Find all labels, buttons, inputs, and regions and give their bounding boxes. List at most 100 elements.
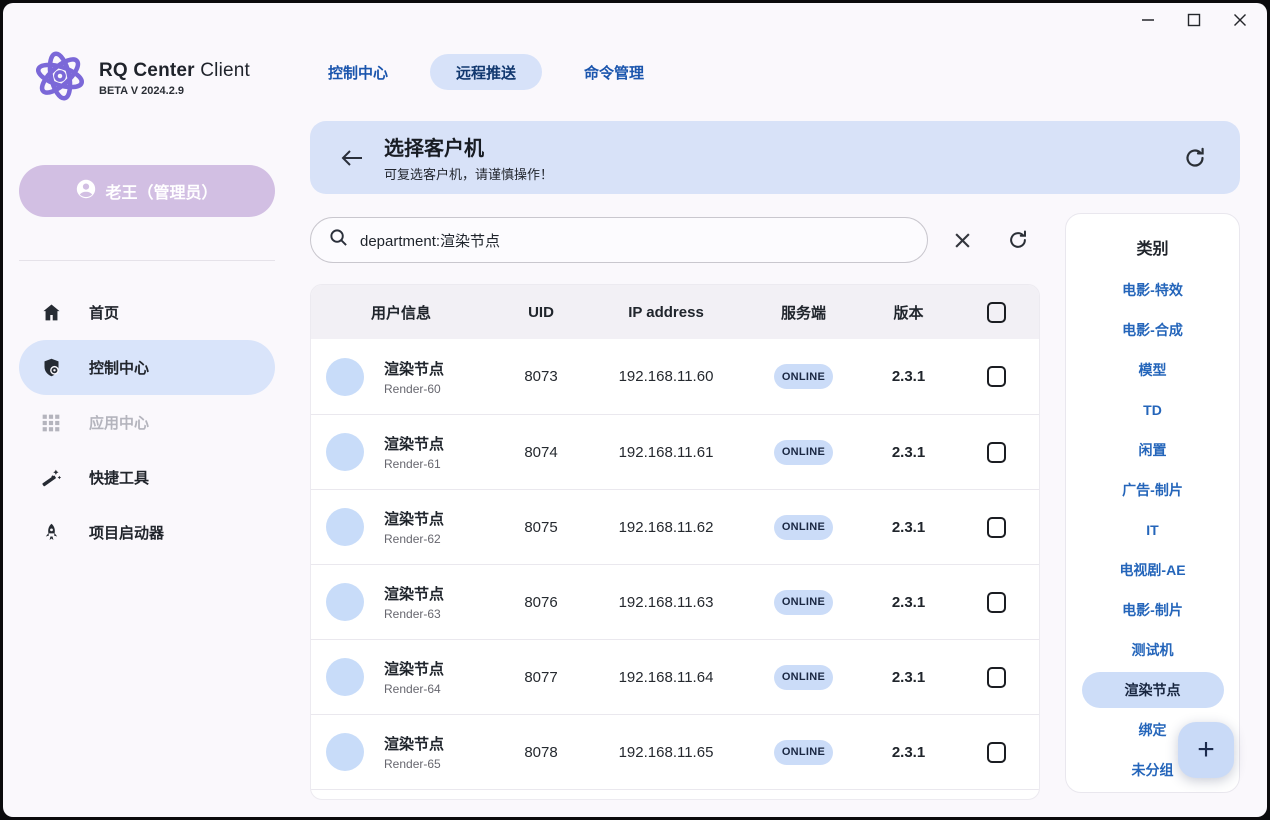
row-checkbox[interactable] bbox=[987, 742, 1006, 763]
client-uid: 8074 bbox=[491, 444, 591, 461]
category-item[interactable]: 电影-制片 bbox=[1066, 590, 1239, 630]
status-badge: ONLINE bbox=[774, 515, 833, 540]
category-item[interactable]: 闲置 bbox=[1066, 430, 1239, 470]
category-item[interactable]: 电影-特效 bbox=[1066, 270, 1239, 310]
sidebar-nav: 首页 控制中心 应用中心 bbox=[19, 285, 275, 560]
window-controls bbox=[1133, 8, 1255, 32]
table-row[interactable]: 渲染节点 Render-65 8078 192.168.11.65 ONLINE… bbox=[311, 714, 1039, 789]
status-badge: ONLINE bbox=[774, 364, 833, 389]
client-ip: 192.168.11.62 bbox=[591, 519, 741, 536]
client-version: 2.3.1 bbox=[866, 368, 951, 385]
page-title: 选择客户机 bbox=[384, 132, 553, 161]
row-checkbox[interactable] bbox=[987, 366, 1006, 387]
col-uid: UID bbox=[491, 304, 591, 321]
client-ip: 192.168.11.64 bbox=[591, 669, 741, 686]
category-item[interactable]: 电视剧-AE bbox=[1066, 550, 1239, 590]
wand-icon bbox=[39, 466, 63, 490]
category-item[interactable]: 测试机 bbox=[1066, 630, 1239, 670]
sidebar-item-home[interactable]: 首页 bbox=[19, 285, 275, 340]
select-all-checkbox[interactable] bbox=[987, 302, 1006, 323]
client-ip: 192.168.11.63 bbox=[591, 594, 741, 611]
back-button[interactable] bbox=[336, 142, 368, 174]
client-hostname: Render-60 bbox=[384, 382, 444, 396]
grid-icon bbox=[39, 411, 63, 435]
page-subtitle: 可复选客户机，请谨慎操作！ bbox=[384, 164, 553, 183]
client-name: 渲染节点 bbox=[384, 433, 444, 454]
table-row[interactable]: 渲染节点 Render-60 8073 192.168.11.60 ONLINE… bbox=[311, 339, 1039, 414]
maximize-button[interactable] bbox=[1179, 8, 1209, 32]
clear-search-button[interactable] bbox=[947, 225, 977, 255]
status-badge: ONLINE bbox=[774, 740, 833, 765]
category-panel: 类别 电影-特效 电影-合成 模型 TD 闲置 广告-制片 IT 电视剧-AE … bbox=[1065, 213, 1240, 793]
table-row[interactable]: 渲染节点 Render-62 8075 192.168.11.62 ONLINE… bbox=[311, 489, 1039, 564]
sidebar-item-label: 首页 bbox=[89, 302, 119, 323]
user-badge-label: 老王（管理员） bbox=[105, 179, 217, 203]
user-icon bbox=[76, 179, 96, 204]
col-user-info: 用户信息 bbox=[311, 302, 491, 323]
avatar bbox=[326, 733, 364, 771]
category-item[interactable]: IT bbox=[1066, 510, 1239, 550]
client-hostname: Render-64 bbox=[384, 682, 444, 696]
client-uid: 8077 bbox=[491, 669, 591, 686]
client-name: 渲染节点 bbox=[384, 358, 444, 379]
client-uid: 8073 bbox=[491, 368, 591, 385]
header-refresh-button[interactable] bbox=[1180, 143, 1210, 173]
table-row[interactable]: 渲染节点 Render-64 8077 192.168.11.64 ONLINE… bbox=[311, 639, 1039, 714]
sidebar-item-project-launcher[interactable]: 项目启动器 bbox=[19, 505, 275, 560]
user-badge[interactable]: 老王（管理员） bbox=[19, 165, 275, 217]
client-name: 渲染节点 bbox=[384, 658, 444, 679]
top-tabs: 控制中心 远程推送 命令管理 bbox=[328, 54, 644, 90]
client-uid: 8078 bbox=[491, 744, 591, 761]
client-ip: 192.168.11.65 bbox=[591, 744, 741, 761]
category-item-selected[interactable]: 渲染节点 bbox=[1066, 670, 1239, 710]
category-item[interactable]: 广告-制片 bbox=[1066, 470, 1239, 510]
client-hostname: Render-62 bbox=[384, 532, 444, 546]
category-item[interactable]: TD bbox=[1066, 390, 1239, 430]
table-row[interactable]: 渲染节点 Render-61 8074 192.168.11.61 ONLINE… bbox=[311, 414, 1039, 489]
table-row[interactable]: 渲染节点 Render-63 8076 192.168.11.63 ONLINE… bbox=[311, 564, 1039, 639]
rocket-icon bbox=[39, 521, 63, 545]
col-version: 版本 bbox=[866, 302, 951, 323]
sidebar-item-control-center[interactable]: 控制中心 bbox=[19, 340, 275, 395]
client-ip: 192.168.11.61 bbox=[591, 444, 741, 461]
tab-command-manage[interactable]: 命令管理 bbox=[584, 62, 644, 83]
row-checkbox[interactable] bbox=[987, 442, 1006, 463]
client-version: 2.3.1 bbox=[866, 744, 951, 761]
client-version: 2.3.1 bbox=[866, 444, 951, 461]
avatar bbox=[326, 433, 364, 471]
status-badge: ONLINE bbox=[774, 590, 833, 615]
tab-control-center[interactable]: 控制中心 bbox=[328, 62, 388, 83]
row-checkbox[interactable] bbox=[987, 517, 1006, 538]
minimize-button[interactable] bbox=[1133, 8, 1163, 32]
row-checkbox[interactable] bbox=[987, 592, 1006, 613]
row-checkbox[interactable] bbox=[987, 667, 1006, 688]
client-name: 渲染节点 bbox=[384, 733, 444, 754]
client-name: 渲染节点 bbox=[384, 508, 444, 529]
tab-remote-push[interactable]: 远程推送 bbox=[430, 54, 542, 90]
search-refresh-button[interactable] bbox=[1003, 225, 1033, 255]
shield-icon bbox=[39, 356, 63, 380]
col-server: 服务端 bbox=[741, 302, 866, 323]
category-item[interactable]: 模型 bbox=[1066, 350, 1239, 390]
avatar bbox=[326, 508, 364, 546]
search-box bbox=[310, 217, 928, 263]
app-title: RQ Center Client bbox=[99, 60, 250, 81]
avatar bbox=[326, 583, 364, 621]
client-ip: 192.168.11.60 bbox=[591, 368, 741, 385]
sidebar-item-app-center[interactable]: 应用中心 bbox=[19, 395, 275, 450]
add-button[interactable]: + bbox=[1178, 722, 1234, 778]
client-hostname: Render-63 bbox=[384, 607, 444, 621]
status-badge: ONLINE bbox=[774, 440, 833, 465]
search-input[interactable] bbox=[360, 232, 880, 249]
category-list: 电影-特效 电影-合成 模型 TD 闲置 广告-制片 IT 电视剧-AE 电影-… bbox=[1066, 270, 1239, 790]
table-header-row: 用户信息 UID IP address 服务端 版本 bbox=[311, 285, 1039, 339]
client-table: 用户信息 UID IP address 服务端 版本 渲染节点 Render-6… bbox=[310, 284, 1040, 800]
sidebar-item-quick-tools[interactable]: 快捷工具 bbox=[19, 450, 275, 505]
app-window: RQ Center Client BETA V 2024.2.9 老王（管理员）… bbox=[3, 3, 1267, 817]
close-button[interactable] bbox=[1225, 8, 1255, 32]
category-panel-title: 类别 bbox=[1136, 232, 1168, 262]
search-icon bbox=[329, 228, 348, 252]
atom-logo-icon bbox=[31, 47, 89, 110]
select-client-header: 选择客户机 可复选客户机，请谨慎操作！ bbox=[310, 121, 1240, 194]
category-item[interactable]: 电影-合成 bbox=[1066, 310, 1239, 350]
